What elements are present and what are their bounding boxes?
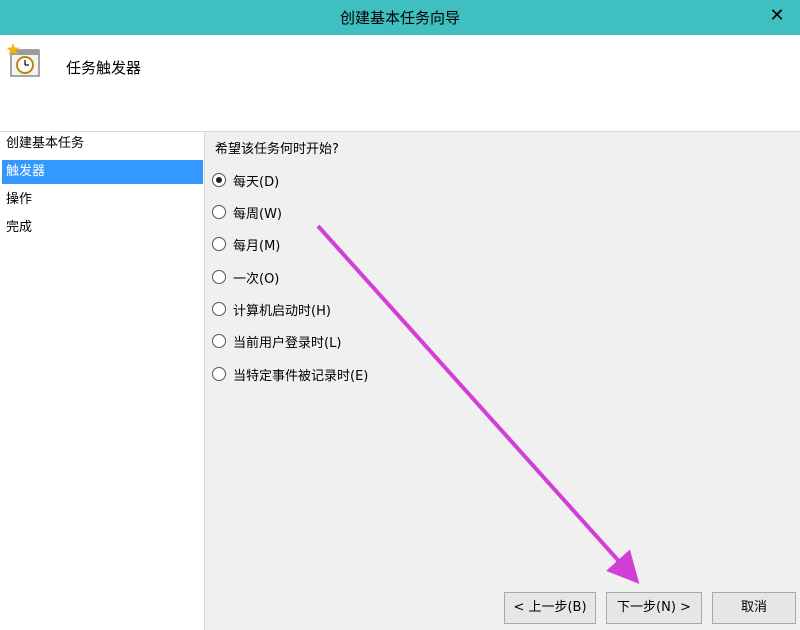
sidebar-item-action[interactable]: 操作 bbox=[2, 188, 203, 212]
next-button[interactable]: 下一步(N) > bbox=[606, 592, 702, 624]
option-label: 当前用户登录时(L) bbox=[233, 335, 342, 351]
option-once[interactable]: 一次(O) bbox=[212, 265, 279, 289]
radio-button[interactable] bbox=[212, 173, 226, 187]
wizard-steps-sidebar: 创建基本任务 触发器 操作 完成 bbox=[0, 132, 205, 630]
option-label: 每天(D) bbox=[233, 174, 280, 190]
option-label: 当特定事件被记录时(E) bbox=[233, 368, 369, 384]
wizard-header: 任务触发器 bbox=[0, 35, 800, 132]
close-icon[interactable]: ✕ bbox=[766, 5, 788, 27]
cancel-button[interactable]: 取消 bbox=[712, 592, 796, 624]
sidebar-item-create-basic-task[interactable]: 创建基本任务 bbox=[2, 132, 203, 156]
radio-button[interactable] bbox=[212, 237, 226, 251]
option-label: 一次(O) bbox=[233, 271, 280, 287]
option-label: 每月(M) bbox=[233, 238, 281, 254]
back-button[interactable]: < 上一步(B) bbox=[504, 592, 596, 624]
task-scheduler-clock-icon bbox=[6, 43, 40, 77]
radio-button[interactable] bbox=[212, 205, 226, 219]
option-weekly[interactable]: 每周(W) bbox=[212, 200, 282, 224]
trigger-question: 希望该任务何时开始? bbox=[215, 142, 339, 157]
option-label: 计算机启动时(H) bbox=[233, 303, 331, 319]
option-label: 每周(W) bbox=[233, 206, 282, 222]
trigger-panel: 希望该任务何时开始? 每天(D) 每周(W) 每月(M) 一次(O) 计算机启动… bbox=[206, 132, 800, 630]
radio-button[interactable] bbox=[212, 334, 226, 348]
window-title: 创建基本任务向导 bbox=[339, 9, 460, 27]
option-monthly[interactable]: 每月(M) bbox=[212, 232, 280, 256]
option-at-startup[interactable]: 计算机启动时(H) bbox=[212, 297, 331, 321]
sidebar-item-finish[interactable]: 完成 bbox=[2, 216, 203, 240]
option-at-logon[interactable]: 当前用户登录时(L) bbox=[212, 329, 341, 353]
option-on-event[interactable]: 当特定事件被记录时(E) bbox=[212, 362, 368, 386]
radio-button[interactable] bbox=[212, 302, 226, 316]
sidebar-item-trigger[interactable]: 触发器 bbox=[2, 160, 203, 184]
option-daily[interactable]: 每天(D) bbox=[212, 168, 279, 192]
radio-button[interactable] bbox=[212, 367, 226, 381]
page-heading: 任务触发器 bbox=[66, 59, 142, 77]
title-bar: 创建基本任务向导 ✕ bbox=[0, 0, 800, 35]
radio-button[interactable] bbox=[212, 270, 226, 284]
